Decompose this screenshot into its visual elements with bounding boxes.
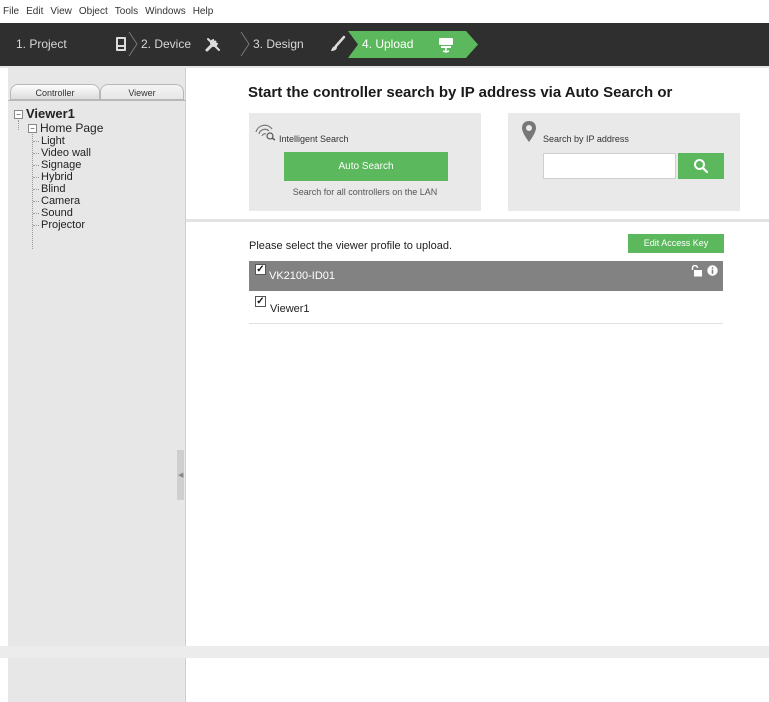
menu-edit[interactable]: Edit [26, 6, 43, 17]
panel-splitter-handle[interactable]: ◀ [177, 450, 184, 500]
ip-search-card: Search by IP address [508, 113, 740, 211]
step-separator [128, 32, 138, 56]
collapse-arrow-icon: ◀ [178, 472, 184, 479]
brush-icon [331, 35, 346, 51]
upload-icon [439, 38, 453, 53]
menu-file[interactable]: File [3, 6, 19, 17]
menu-help[interactable]: Help [193, 6, 214, 17]
device-name: VK2100-ID01 [269, 270, 336, 282]
tree-connector [32, 134, 33, 249]
location-pin-icon [522, 121, 536, 142]
menu-view[interactable]: View [50, 6, 72, 17]
tree-branch [33, 201, 39, 202]
tree-item-video-wall[interactable]: Video wall [41, 147, 91, 159]
tree-item-signage[interactable]: Signage [41, 159, 81, 171]
step-design[interactable]: 3. Design [253, 33, 304, 55]
left-panel-lower [8, 658, 186, 702]
menu-object[interactable]: Object [79, 6, 108, 17]
tree-branch [33, 141, 39, 142]
menu-tools[interactable]: Tools [115, 6, 138, 17]
search-icon [694, 159, 709, 174]
intelligent-search-title: Intelligent Search [279, 134, 349, 144]
tree-branch [33, 225, 39, 226]
tree-item-sound[interactable]: Sound [41, 207, 73, 219]
step-upload[interactable]: 4. Upload [362, 33, 413, 55]
tree-item-light[interactable]: Light [41, 135, 65, 147]
tools-icon [205, 38, 220, 52]
wizard-steps-bar: 1. Project 2. Device 3. Design 4. Upload [0, 23, 769, 66]
tree-branch [33, 189, 39, 190]
step-separator [240, 32, 250, 56]
ip-search-button[interactable] [678, 153, 724, 179]
bottom-gap [0, 646, 769, 658]
step-device[interactable]: 2. Device [141, 33, 191, 55]
tree-home-page-label: Home Page [40, 121, 104, 135]
main-content: Start the controller search by IP addres… [186, 68, 769, 646]
tree-branch [33, 165, 39, 166]
edit-access-key-button[interactable]: Edit Access Key [628, 234, 724, 253]
tree-item-blind[interactable]: Blind [41, 183, 65, 195]
auto-search-hint: Search for all controllers on the LAN [292, 187, 438, 197]
tree-item-projector[interactable]: Projector [41, 219, 85, 231]
tree-branch [33, 177, 39, 178]
ip-address-input[interactable] [543, 153, 676, 179]
tree-connector [18, 120, 19, 130]
tree-item-hybrid[interactable]: Hybrid [41, 171, 73, 183]
main-content-lower [186, 658, 769, 702]
tab-viewer[interactable]: Viewer [100, 84, 184, 100]
device-row[interactable]: ✓ VK2100-ID01 [249, 261, 723, 291]
auto-search-button[interactable]: Auto Search [284, 152, 448, 181]
viewer-checkbox[interactable]: ✓ [255, 296, 266, 307]
collapse-icon[interactable]: − [14, 110, 23, 119]
tree-branch [33, 153, 39, 154]
intelligent-search-card: Intelligent Search Auto Search Search fo… [249, 113, 481, 211]
panel-tabs: Controller Viewer [8, 84, 186, 100]
tree-home-page[interactable]: − Home Page [28, 122, 103, 134]
tree-item-camera[interactable]: Camera [41, 195, 80, 207]
step-project[interactable]: 1. Project [16, 33, 67, 55]
left-panel: Controller Viewer − Viewer1 − Home Page Li… [8, 68, 186, 646]
viewer-name: Viewer1 [270, 303, 310, 315]
collapse-icon[interactable]: − [28, 124, 37, 133]
device-checkbox[interactable]: ✓ [255, 264, 266, 275]
tree-root-label: Viewer1 [26, 106, 75, 121]
wifi-search-icon [255, 124, 276, 141]
ip-search-title: Search by IP address [543, 134, 629, 144]
menu-bar: File Edit View Object Tools Windows Help [0, 0, 769, 23]
tab-underline [8, 100, 186, 101]
tree-root[interactable]: − Viewer1 [14, 106, 75, 121]
profile-prompt: Please select the viewer profile to uplo… [249, 240, 453, 252]
info-icon[interactable] [707, 265, 718, 276]
page-title: Start the controller search by IP addres… [248, 84, 673, 101]
unlock-icon[interactable] [691, 265, 703, 277]
section-divider [186, 219, 769, 222]
tab-controller[interactable]: Controller [10, 84, 100, 100]
viewer-row[interactable]: ✓ Viewer1 [249, 293, 723, 324]
menu-windows[interactable]: Windows [145, 6, 186, 17]
tree-branch [33, 213, 39, 214]
